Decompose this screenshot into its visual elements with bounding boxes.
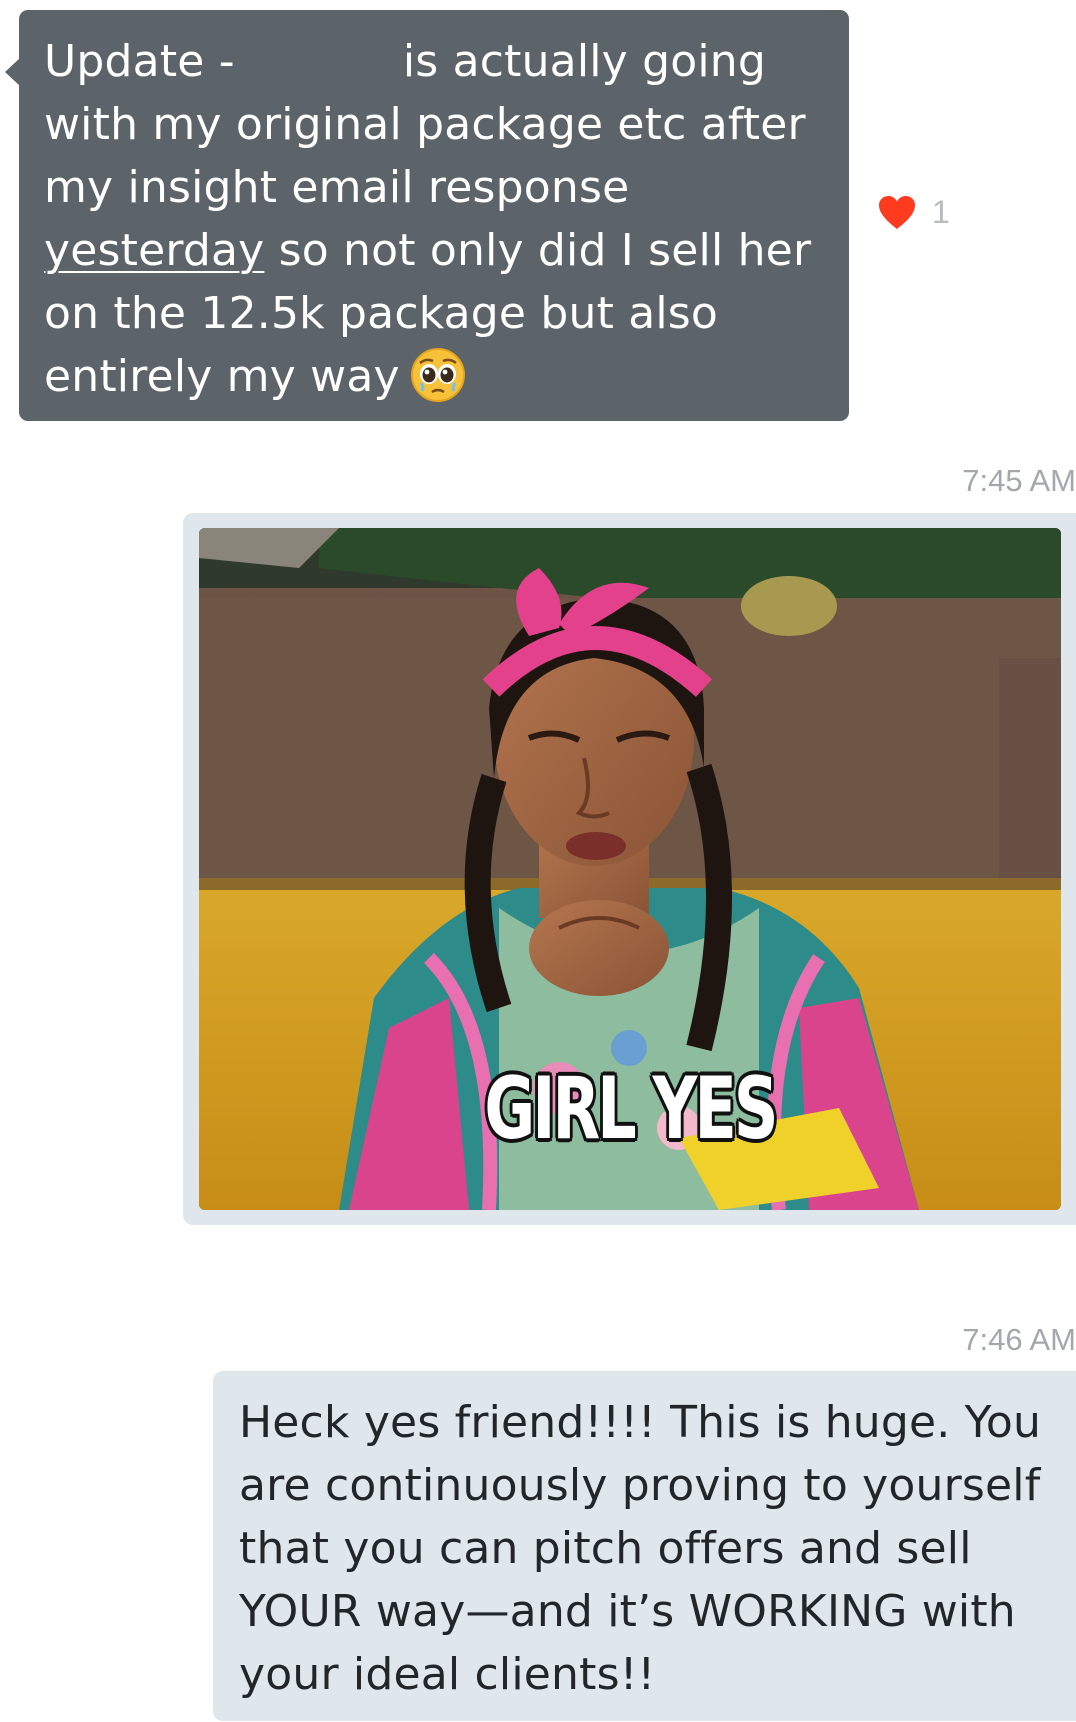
timestamp: 7:45 AM xyxy=(962,463,1076,498)
message-line: with my original package etc after xyxy=(44,99,806,150)
message-line: YOUR way—and it’s WORKING with xyxy=(239,1586,1016,1637)
heart-icon xyxy=(879,195,915,229)
outgoing-message-bubble[interactable]: Heck yes friend!!!! This is huge. You ar… xyxy=(213,1371,1076,1721)
message-line: your ideal clients!! xyxy=(239,1649,656,1700)
message-line: Heck yes friend!!!! This is huge. You xyxy=(239,1397,1042,1448)
message-line: are continuously proving to yourself xyxy=(239,1460,1041,1511)
timestamp: 7:46 AM xyxy=(962,1322,1076,1357)
message-line: Update - is actually going xyxy=(44,36,766,87)
message-line: entirely my way xyxy=(44,345,829,408)
message-line: that you can pitch offers and sell xyxy=(239,1523,972,1574)
gif-image[interactable]: GIRL YES xyxy=(199,528,1061,1210)
message-line: on the 12.5k package but also xyxy=(44,288,719,339)
reaction[interactable]: 1 xyxy=(878,194,950,231)
date-link[interactable]: yesterday xyxy=(44,225,264,276)
gif-message-bubble[interactable]: GIRL YES xyxy=(183,513,1076,1225)
message-line: yesterday so not only did I sell her xyxy=(44,225,812,276)
incoming-message-bubble[interactable]: Update - is actually going with my origin… xyxy=(5,10,849,421)
pleading-face-emoji-icon xyxy=(410,347,466,403)
reaction-count: 1 xyxy=(932,194,950,230)
gif-caption: GIRL YES xyxy=(484,1059,778,1159)
message-line: my insight email response xyxy=(44,162,630,213)
bubble-tail xyxy=(5,58,20,86)
